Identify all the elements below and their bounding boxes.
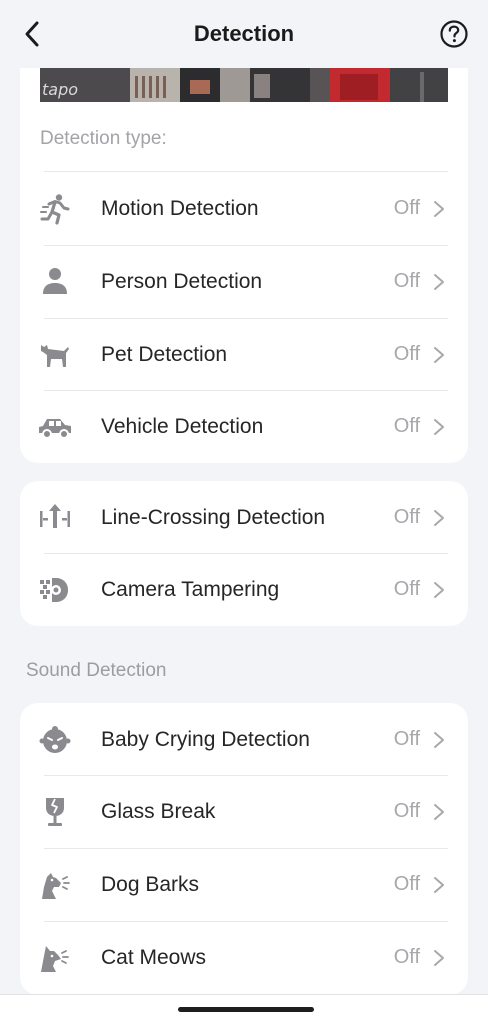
camera-tampering-label: Camera Tampering <box>101 578 280 601</box>
dog-icon <box>38 339 72 371</box>
dog-barks-row[interactable]: Dog Barks Off <box>20 848 468 921</box>
system-navigation-bar <box>0 994 488 1024</box>
help-button[interactable] <box>438 18 470 50</box>
chevron-right-icon <box>434 582 444 598</box>
person-detection-label: Person Detection <box>101 270 263 293</box>
line-crossing-icon <box>38 502 72 534</box>
line-crossing-status: Off <box>393 506 420 528</box>
pet-detection-label: Pet Detection <box>101 343 228 366</box>
chevron-right-icon <box>434 804 444 820</box>
home-indicator[interactable] <box>178 1007 314 1012</box>
vehicle-detection-row[interactable]: Vehicle Detection Off <box>20 390 468 463</box>
cat-meows-status: Off <box>393 946 420 968</box>
running-person-icon <box>38 193 72 225</box>
pet-detection-row[interactable]: Pet Detection Off <box>20 318 468 391</box>
dog-bark-icon <box>38 869 72 901</box>
motion-detection-status: Off <box>393 197 420 219</box>
chevron-right-icon <box>434 510 444 526</box>
top-bar: Detection <box>0 0 488 68</box>
camera-preview-image <box>40 68 448 102</box>
chevron-right-icon <box>434 419 444 435</box>
baby-crying-status: Off <box>393 728 420 750</box>
motion-detection-label: Motion Detection <box>101 197 259 220</box>
glass-break-row[interactable]: Glass Break Off <box>20 775 468 848</box>
dog-barks-status: Off <box>393 873 420 895</box>
person-detection-row[interactable]: Person Detection Off <box>20 245 468 318</box>
glass-break-status: Off <box>393 800 420 822</box>
line-crossing-label: Line-Crossing Detection <box>101 506 326 529</box>
baby-crying-icon <box>38 724 72 756</box>
baby-crying-row[interactable]: Baby Crying Detection Off <box>20 703 468 776</box>
camera-tampering-row[interactable]: Camera Tampering Off <box>20 553 468 626</box>
cat-meows-label: Cat Meows <box>101 946 207 969</box>
pet-detection-status: Off <box>393 343 420 365</box>
line-crossing-row[interactable]: Line-Crossing Detection Off <box>20 481 468 554</box>
chevron-right-icon <box>434 274 444 290</box>
person-icon <box>38 266 72 298</box>
cat-meow-icon <box>38 942 72 974</box>
camera-tampering-status: Off <box>393 578 420 600</box>
sound-detection-heading: Sound Detection <box>26 660 167 681</box>
advanced-detection-card: Line-Crossing Detection Off Camera Tampe… <box>20 481 468 626</box>
page-title: Detection <box>193 21 295 46</box>
chevron-right-icon <box>434 877 444 893</box>
detection-type-heading: Detection type: <box>40 128 167 149</box>
camera-tampering-icon <box>38 574 72 606</box>
chevron-right-icon <box>434 732 444 748</box>
chevron-right-icon <box>434 950 444 966</box>
dog-barks-label: Dog Barks <box>101 873 200 896</box>
person-detection-status: Off <box>393 270 420 292</box>
vehicle-detection-label: Vehicle Detection <box>101 415 264 438</box>
glass-break-icon <box>38 796 72 828</box>
sound-detection-card: Baby Crying Detection Off Glass Break Of… <box>20 703 468 995</box>
chevron-right-icon <box>434 201 444 217</box>
camera-preview[interactable]: tapo <box>40 68 448 102</box>
tapo-watermark: tapo <box>42 80 79 99</box>
question-circle-icon <box>440 20 468 48</box>
car-icon <box>38 411 72 443</box>
cat-meows-row[interactable]: Cat Meows Off <box>20 921 468 994</box>
baby-crying-label: Baby Crying Detection <box>101 728 310 751</box>
chevron-right-icon <box>434 347 444 363</box>
glass-break-label: Glass Break <box>101 800 216 823</box>
detection-type-card: tapo Detection type: Motion Detection Of… <box>20 50 468 463</box>
motion-detection-row[interactable]: Motion Detection Off <box>20 172 468 245</box>
vehicle-detection-status: Off <box>393 415 420 437</box>
